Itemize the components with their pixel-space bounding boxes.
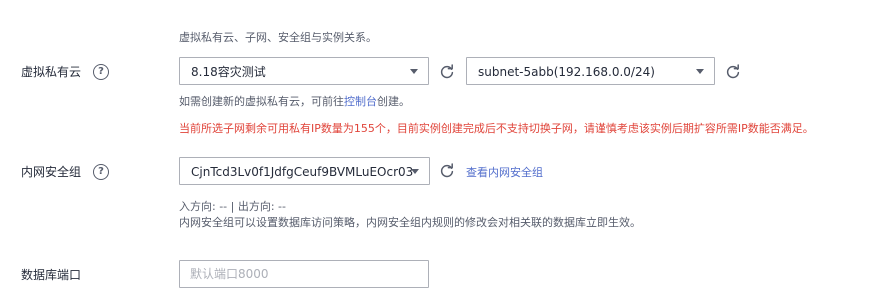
security-group-label: 内网安全组 bbox=[21, 165, 82, 179]
caret-down-icon bbox=[411, 169, 419, 174]
direction-info: 入方向: -- | 出方向: -- bbox=[179, 200, 286, 213]
database-port-input[interactable] bbox=[180, 261, 428, 287]
subnet-ip-warning: 当前所选子网剩余可用私有IP数量为155个，目前实例创建完成后不支持切换子网，请… bbox=[179, 122, 814, 135]
database-port-field[interactable] bbox=[179, 260, 429, 288]
refresh-icon[interactable] bbox=[725, 64, 741, 80]
security-group-select[interactable]: CjnTcd3Lv0f1JdfgCeuf9BVMLuEOcr03 bbox=[179, 157, 430, 185]
caret-down-icon bbox=[696, 69, 704, 74]
question-circle-icon[interactable]: ? bbox=[93, 164, 109, 180]
console-link[interactable]: 控制台 bbox=[344, 95, 377, 108]
database-port-label: 数据库端口 bbox=[21, 268, 82, 282]
vpc-select-value: 8.18容灾测试 bbox=[191, 65, 266, 79]
create-hint-prefix: 如需创建新的虚拟私有云，可前往 bbox=[179, 95, 344, 108]
subnet-select-value: subnet-5abb(192.168.0.0/24) bbox=[478, 65, 655, 79]
vpc-label: 虚拟私有云 bbox=[21, 65, 82, 79]
create-hint-suffix: 创建。 bbox=[377, 95, 410, 108]
view-security-group-link[interactable]: 查看内网安全组 bbox=[466, 165, 543, 181]
security-group-select-value: CjnTcd3Lv0f1JdfgCeuf9BVMLuEOcr03 bbox=[191, 165, 414, 179]
subnet-select[interactable]: subnet-5abb(192.168.0.0/24) bbox=[466, 57, 715, 85]
question-circle-icon[interactable]: ? bbox=[93, 64, 109, 80]
refresh-icon[interactable] bbox=[439, 163, 455, 179]
vpc-select[interactable]: 8.18容灾测试 bbox=[179, 57, 429, 85]
create-vpc-hint: 如需创建新的虚拟私有云，可前往控制台创建。 bbox=[179, 94, 410, 110]
refresh-icon[interactable] bbox=[439, 64, 455, 80]
security-group-description: 内网安全组可以设置数据库访问策略，内网安全组内规则的修改会对相关联的数据库立即生… bbox=[179, 216, 641, 229]
caret-down-icon bbox=[410, 69, 418, 74]
vpc-relation-hint: 虚拟私有云、子网、安全组与实例关系。 bbox=[179, 31, 377, 44]
